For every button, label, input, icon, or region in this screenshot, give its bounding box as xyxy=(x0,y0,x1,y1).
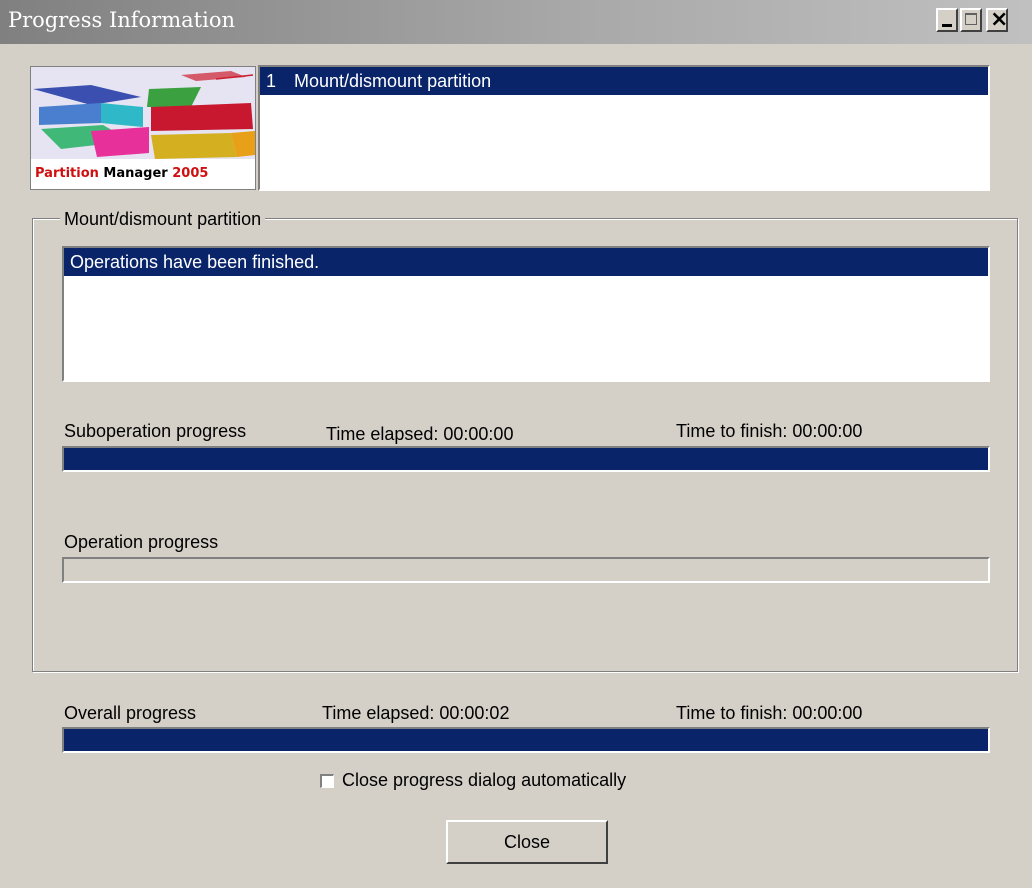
product-logo: Partition Manager 2005 xyxy=(30,66,256,190)
suboperation-elapsed: Time elapsed: 00:00:00 xyxy=(326,424,514,444)
overall-remaining: Time to finish: 00:00:00 xyxy=(676,703,863,723)
overall-progress-fill xyxy=(64,729,988,751)
partition-manager-logo-art xyxy=(31,67,255,161)
close-icon[interactable]: × xyxy=(986,7,1008,32)
auto-close-checkbox[interactable] xyxy=(320,773,334,788)
operations-list[interactable]: 1 Mount/dismount partition xyxy=(258,65,990,191)
overall-progress-bar xyxy=(62,727,990,753)
title-bar[interactable]: Progress Information × xyxy=(0,0,1032,44)
operation-progress-label: Operation progress xyxy=(64,532,219,552)
list-item[interactable]: 1 Mount/dismount partition xyxy=(260,67,988,95)
messages-list[interactable]: Operations have been finished. xyxy=(62,246,990,382)
auto-close-label[interactable]: Close progress dialog automatically xyxy=(342,770,626,791)
operation-name: Mount/dismount partition xyxy=(294,71,492,91)
auto-close-option[interactable]: Close progress dialog automatically xyxy=(320,770,626,791)
suboperation-remaining: Time to finish: 00:00:00 xyxy=(676,421,863,441)
maximize-icon[interactable] xyxy=(960,8,982,32)
minimize-icon[interactable] xyxy=(936,8,958,32)
operation-number: 1 xyxy=(266,71,277,91)
overall-elapsed: Time elapsed: 00:00:02 xyxy=(322,703,510,723)
overall-progress-label: Overall progress xyxy=(64,703,197,723)
close-button[interactable]: Close xyxy=(446,820,608,864)
list-item[interactable]: Operations have been finished. xyxy=(64,248,988,276)
suboperation-progress-bar xyxy=(62,446,990,472)
logo-caption: Partition Manager 2005 xyxy=(31,159,255,189)
window-title: Progress Information xyxy=(8,8,235,32)
suboperation-label: Suboperation progress xyxy=(64,421,247,441)
suboperation-progress-fill xyxy=(64,448,988,470)
group-title: Mount/dismount partition xyxy=(60,208,266,230)
operation-progress-bar xyxy=(62,557,990,583)
